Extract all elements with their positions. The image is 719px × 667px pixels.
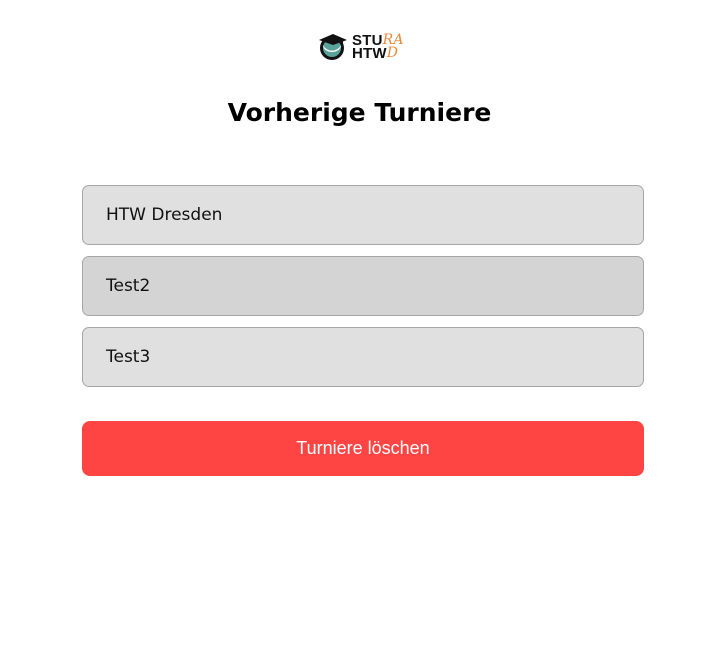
tournament-item-label: HTW Dresden <box>106 205 223 225</box>
page-title: Vorherige Turniere <box>227 98 492 127</box>
stura-logo-icon <box>319 34 347 60</box>
page: STU RA HTW D Vorherige Turniere HTW Dresde… <box>0 0 719 667</box>
tournament-item-label: Test3 <box>106 347 151 367</box>
tournament-item-test2[interactable]: Test2 <box>82 256 644 316</box>
logo-line2-accent: D <box>386 45 399 61</box>
tournament-list: HTW Dresden Test2 Test3 <box>82 185 644 398</box>
tournament-item-htw-dresden[interactable]: HTW Dresden <box>82 185 644 245</box>
delete-tournaments-button[interactable]: Turniere löschen <box>82 421 644 476</box>
stura-htwd-logo: STU RA HTW D <box>317 31 411 63</box>
tournament-item-label: Test2 <box>106 276 151 296</box>
logo-line2-main: HTW <box>352 45 387 62</box>
tournament-item-test3[interactable]: Test3 <box>82 327 644 387</box>
logo-wordmark: STU RA HTW D <box>352 33 404 62</box>
